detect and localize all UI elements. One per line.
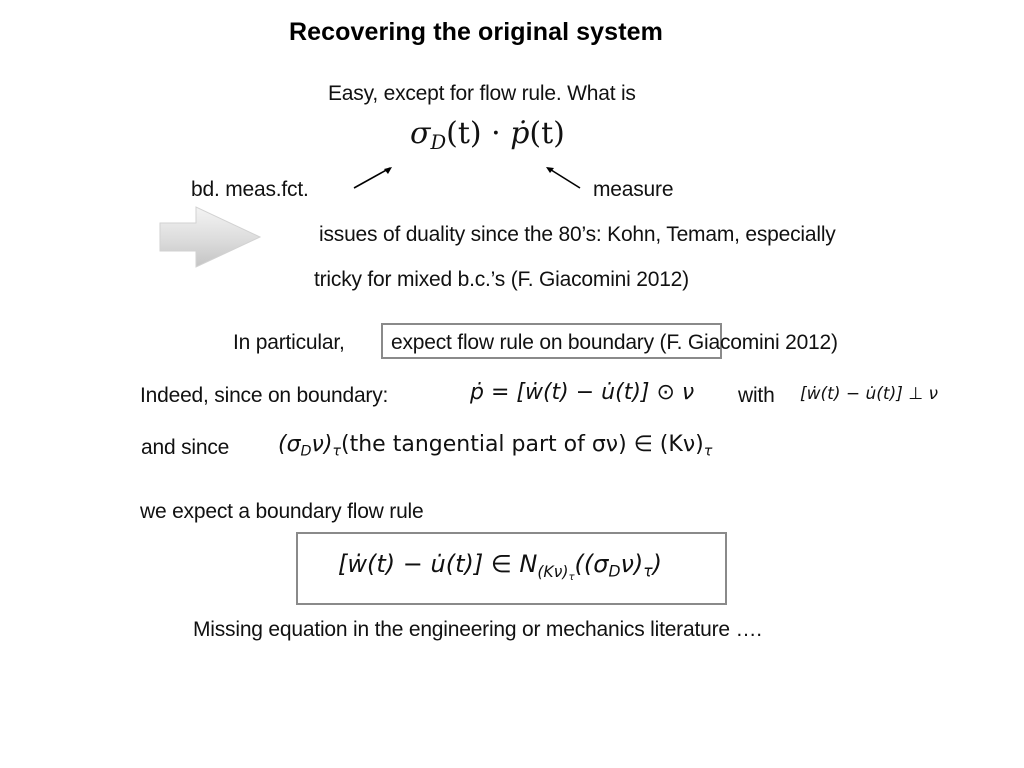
formula-sub: τ	[703, 443, 713, 460]
conclusion-text: Missing equation in the engineering or m…	[193, 618, 762, 641]
label-bd-meas-fct: bd. meas.fct.	[191, 178, 309, 201]
formula-part: )	[652, 550, 663, 578]
formula-part: [ẇ(t) − u̇(t)] ∈ N	[338, 550, 538, 578]
formula-part: ((σ	[574, 550, 609, 578]
formula-part: (the tangential part of σν) ∈ (Kν)	[341, 432, 704, 457]
formula-end: (t)	[529, 116, 565, 151]
p-dot-symbol: ṗ	[510, 116, 530, 151]
intro-text: Easy, except for flow rule. What is	[328, 82, 636, 105]
boxed-formula: [ẇ(t) − u̇(t)] ∈ N(Kν)τ((σDν)τ)	[338, 550, 662, 583]
arrow-to-sigma-icon	[353, 167, 392, 189]
main-formula: σD(t) · ṗ(t)	[410, 116, 565, 154]
duality-line-1: issues of duality since the 80’s: Kohn, …	[319, 223, 836, 246]
and-since-formula: (σDν)τ(the tangential part of σν) ∈ (Kν)…	[278, 432, 712, 459]
formula-sub: τ	[332, 443, 342, 460]
sigma-symbol: σ	[410, 116, 431, 151]
expect-label: we expect a boundary flow rule	[140, 500, 424, 523]
duality-line-2: tricky for mixed b.c.’s (F. Giacomini 20…	[314, 268, 689, 291]
label-measure: measure	[593, 178, 674, 201]
with-label: with	[738, 384, 775, 407]
slide-title: Recovering the original system	[289, 18, 663, 46]
formula-sub: D	[608, 562, 621, 581]
formula-part: ν)	[311, 432, 333, 457]
particular-label: In particular,	[233, 331, 345, 354]
with-formula: [ẇ(t) − u̇(t)] ⊥ ν	[800, 384, 938, 404]
formula-sub: τ	[643, 562, 653, 581]
right-arrow-icon	[159, 206, 262, 268]
formula-part: (σ	[278, 432, 301, 457]
indeed-label: Indeed, since on boundary:	[140, 384, 389, 407]
formula-sub: D	[300, 443, 312, 460]
and-since-label: and since	[141, 436, 230, 459]
sigma-subscript: D	[430, 130, 447, 154]
arrow-to-pdot-icon	[546, 167, 581, 189]
indeed-formula: ṗ = [ẇ(t) − u̇(t)] ⊙ ν	[470, 380, 695, 405]
formula-part: ν)	[620, 550, 644, 578]
particular-text: expect flow rule on boundary (F. Giacomi…	[391, 331, 838, 354]
formula-sub: (Kν)	[537, 562, 569, 581]
formula-part: (t) ·	[446, 116, 511, 151]
